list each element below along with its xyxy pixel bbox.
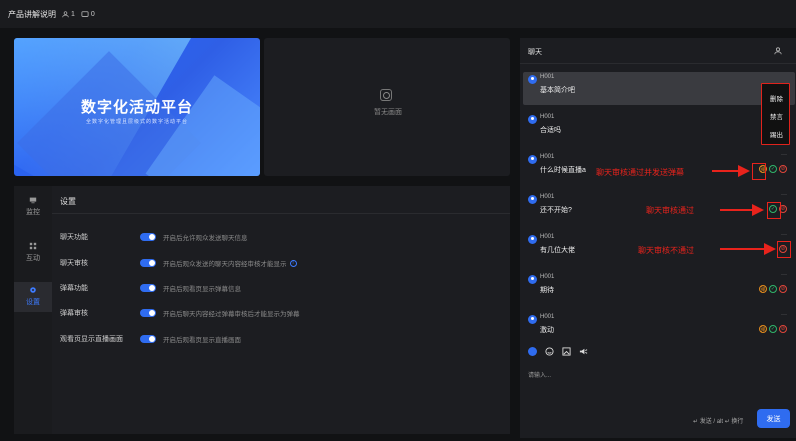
highlight-box [767, 202, 781, 219]
send-button[interactable]: 发送 [757, 409, 790, 428]
speaker-icon[interactable] [579, 347, 588, 356]
chat-toolbar [528, 347, 588, 356]
chat-input[interactable]: 请输入... [528, 370, 551, 379]
annotation-arrows [712, 165, 776, 255]
send-hint: ↵ 发送 / alt ↵ 换行 [693, 419, 744, 425]
highlight-box [752, 163, 766, 180]
emoji-icon[interactable] [545, 347, 554, 356]
highlight-box [777, 241, 791, 258]
avatar [528, 347, 537, 356]
image-icon[interactable] [562, 347, 571, 356]
